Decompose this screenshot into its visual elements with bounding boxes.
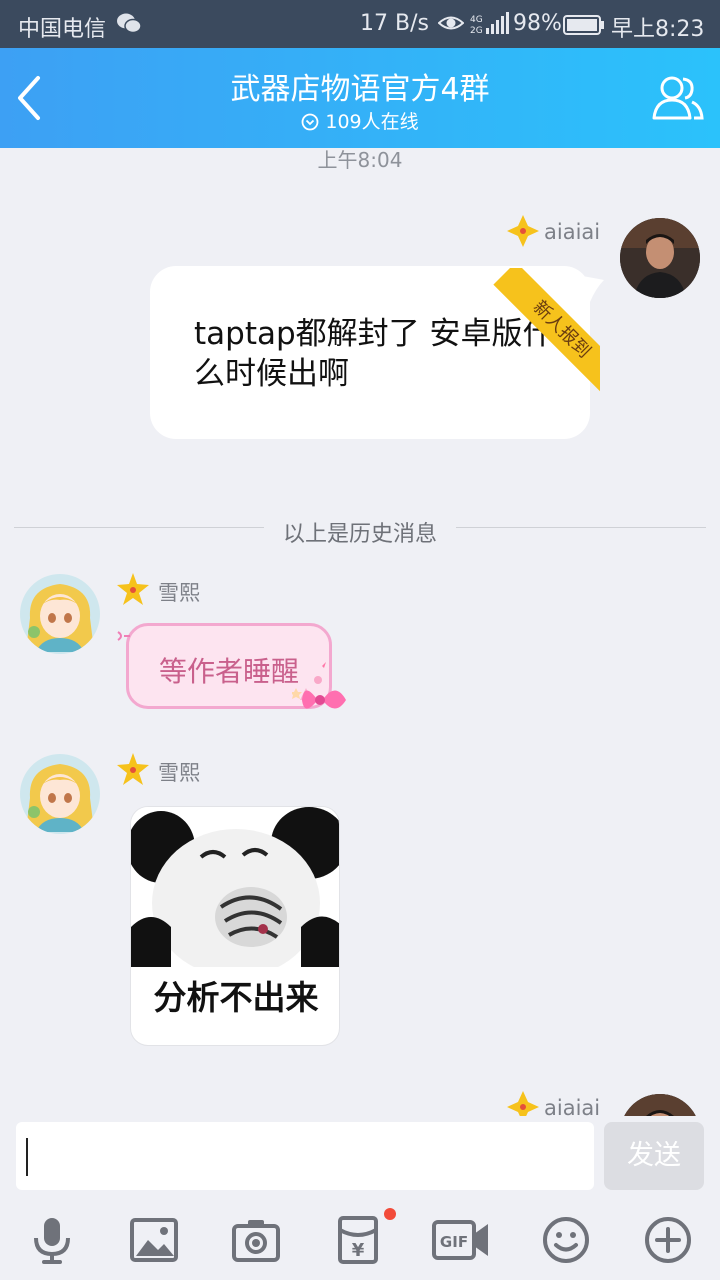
member-badge-icon	[117, 573, 149, 605]
battery-icon	[563, 15, 605, 41]
text-cursor	[26, 1138, 28, 1176]
network-type-4g: 4G	[470, 15, 483, 25]
avatar[interactable]	[20, 574, 100, 654]
member-badge-icon	[507, 215, 539, 247]
chat-header: 武器店物语官方4群 109人在线	[0, 48, 720, 148]
online-count-label: 109人在线	[325, 111, 419, 133]
sender-name[interactable]: 雪熙	[158, 577, 200, 607]
voice-input-icon[interactable]	[28, 1216, 76, 1264]
newcomer-ribbon: 新人报到	[476, 268, 600, 392]
online-count[interactable]: 109人在线	[0, 107, 720, 134]
red-packet-icon[interactable]: ¥	[334, 1216, 382, 1264]
red-packet-symbol: ¥	[352, 1240, 365, 1261]
image-icon[interactable]	[130, 1216, 178, 1264]
sticker-caption: 分析不出来	[153, 978, 319, 1017]
sender-name[interactable]: aiaiai	[544, 220, 600, 244]
signal-icon: 4G 2G	[470, 12, 510, 42]
camera-icon[interactable]	[232, 1216, 280, 1264]
net-speed: 17 B/s	[360, 11, 429, 36]
history-divider-label: 以上是历史消息	[270, 522, 449, 547]
message-input[interactable]	[16, 1122, 594, 1190]
gif-label: GIF	[440, 1233, 468, 1251]
carrier-label: 中国电信	[18, 17, 107, 42]
wechat-notification-icon	[116, 12, 142, 40]
group-title[interactable]: 武器店物语官方4群	[0, 64, 720, 108]
bow-icon	[292, 662, 346, 709]
status-bar: 中国电信 17 B/s 4G 2G 98% 早上8:23	[0, 0, 720, 48]
newcomer-ribbon-label: 新人报到	[493, 268, 600, 392]
group-members-button[interactable]	[652, 72, 704, 124]
clock: 早上8:23	[611, 17, 705, 42]
sender-name[interactable]: 雪熙	[158, 757, 200, 787]
gif-icon[interactable]: GIF	[432, 1216, 490, 1264]
member-badge-icon	[117, 753, 149, 785]
plus-more-icon[interactable]	[644, 1216, 692, 1264]
bubble-bow-decoration	[117, 631, 130, 641]
eye-comfort-icon	[437, 12, 465, 40]
battery-percent: 98%	[513, 11, 562, 36]
send-button[interactable]: 发送	[604, 1122, 704, 1190]
panda-meme-image	[131, 807, 339, 977]
history-divider: 以上是历史消息	[0, 516, 720, 548]
unread-dot	[384, 1208, 396, 1220]
members-icon	[652, 76, 704, 120]
emoji-icon[interactable]	[542, 1216, 590, 1264]
sticker-image[interactable]: 分析不出来	[130, 806, 340, 1046]
network-type-2g: 2G	[470, 26, 483, 36]
message-timestamp: 上午8:04	[317, 148, 403, 172]
avatar[interactable]	[620, 218, 700, 298]
chevron-down-circle-icon	[301, 113, 319, 131]
avatar[interactable]	[20, 754, 100, 834]
